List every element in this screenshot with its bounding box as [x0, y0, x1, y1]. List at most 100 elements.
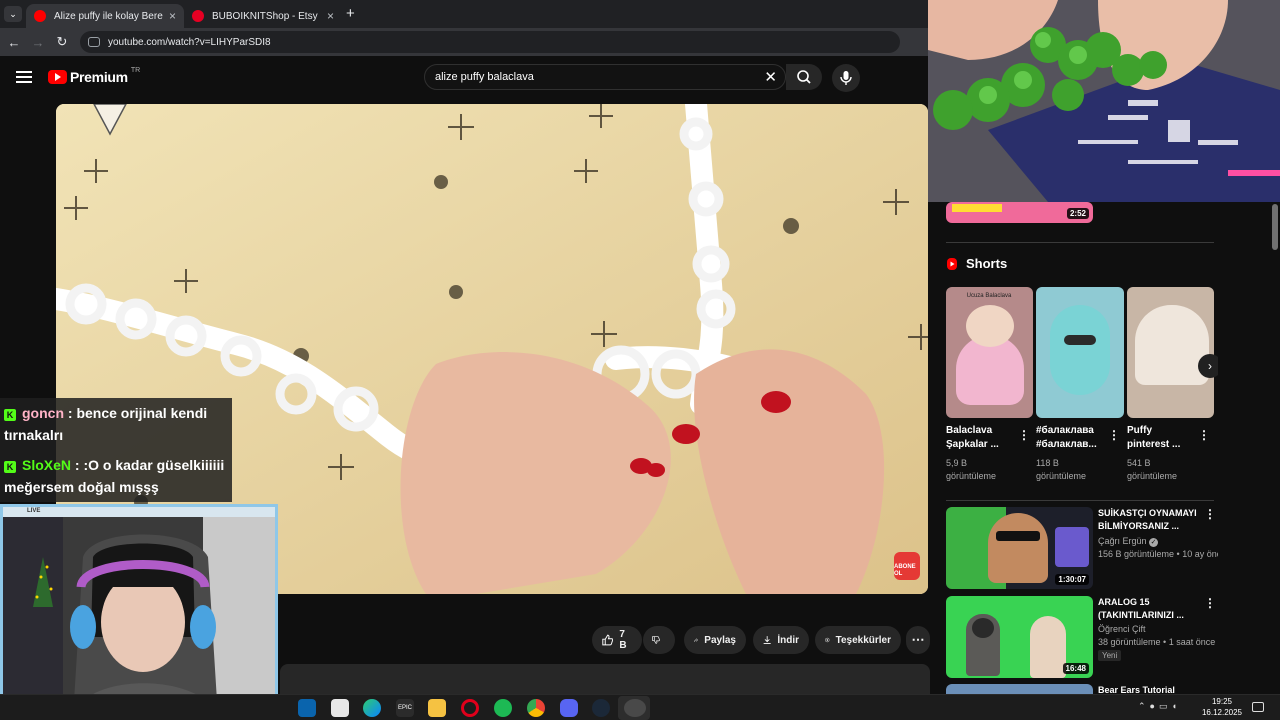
shorts-title: Shorts — [966, 256, 1008, 271]
short-views: 118 Bgörüntüleme — [1036, 458, 1087, 481]
like-count: 7 B — [619, 629, 627, 651]
related-sidebar: 2:52 Shorts Ucuza Balaclava › Balaclava … — [938, 202, 1218, 700]
chevron-up-icon[interactable]: ⌃ — [1138, 701, 1150, 711]
video-thumbnail[interactable]: 16:48 — [946, 596, 1093, 678]
reload-icon[interactable]: ↻ — [50, 34, 74, 50]
thumbs-up-icon — [602, 634, 614, 646]
share-label: Paylaş — [704, 634, 736, 646]
kick-icon: K — [4, 461, 16, 473]
short-title[interactable]: Balaclava Şapkalar ... — [946, 424, 1014, 452]
logo-region: TR — [130, 66, 141, 74]
notifications-icon[interactable] — [1252, 702, 1264, 712]
thanks-button[interactable]: $ Teşekkürler — [815, 626, 901, 654]
thanks-label: Teşekkürler — [835, 634, 891, 646]
more-actions-button[interactable]: ⋯ — [906, 626, 930, 654]
steam-icon[interactable] — [592, 699, 610, 717]
more-options-icon[interactable]: ⋮ — [1108, 428, 1120, 442]
epic-icon[interactable]: EPIC — [396, 699, 414, 717]
subscribe-watermark[interactable]: ABONE OL — [894, 552, 920, 580]
youtube-header: Premium TR alize puffy balaclava ✕ — [0, 56, 928, 100]
video-stats: 156 B görüntüleme • 10 ay önce — [1098, 549, 1218, 559]
voice-search-button[interactable] — [832, 64, 860, 92]
share-button[interactable]: Paylaş — [684, 626, 746, 654]
video-duration: 16:48 — [1062, 663, 1089, 674]
close-tab-icon[interactable]: × — [169, 9, 176, 23]
short-thumbnail[interactable]: Ucuza Balaclava — [946, 287, 1033, 418]
scrollbar-thumb[interactable] — [1272, 204, 1278, 250]
back-icon[interactable]: ← — [2, 35, 26, 50]
menu-icon[interactable] — [16, 71, 32, 83]
tab-title: Alize puffy ile kolay Bere yapımı — [54, 10, 163, 22]
channel-name[interactable]: Öğrenci Çift — [1098, 623, 1146, 636]
shorts-next-button[interactable]: › — [1198, 354, 1218, 378]
youtube-logo[interactable]: Premium TR — [48, 66, 141, 85]
more-options-icon[interactable]: ⋮ — [1198, 428, 1210, 442]
search-query: alize puffy balaclava — [435, 71, 534, 83]
divider — [946, 242, 1214, 243]
channel-name[interactable]: Çağrı Ergün ✓ — [1098, 535, 1208, 548]
svg-text:$: $ — [827, 638, 829, 642]
logo-wordmark: Premium — [70, 69, 128, 85]
tab-youtube[interactable]: Alize puffy ile kolay Bere yapımı × — [26, 4, 184, 28]
discord-icon[interactable] — [560, 699, 578, 717]
clock-date: 16.12.2025 — [1201, 708, 1242, 717]
volume-icon[interactable]: ◖ — [1172, 701, 1181, 711]
chat-username: goncn — [22, 405, 64, 421]
more-options-icon[interactable]: ⋮ — [1204, 596, 1216, 610]
description-box[interactable] — [280, 664, 930, 694]
short-thumbnail[interactable] — [1036, 287, 1124, 418]
site-info-icon[interactable] — [88, 37, 100, 47]
active-app-indicator — [618, 696, 650, 720]
video-title[interactable]: ARALOG 15 (TAKINTILARINIZI ... — [1098, 596, 1198, 622]
search-button[interactable] — [786, 64, 822, 90]
subscribe-watermark-label: ABONE OL — [894, 564, 916, 577]
new-tab-button[interactable]: + — [346, 5, 360, 22]
close-tab-icon[interactable]: × — [327, 9, 334, 23]
video-title[interactable]: SUİKASTÇI OYNAMAYI BİLMİYORSANIZ ... — [1098, 507, 1206, 533]
explorer-icon[interactable] — [428, 699, 446, 717]
store-icon[interactable] — [331, 699, 349, 717]
video-duration: 2:52 — [1066, 208, 1089, 219]
like-button[interactable]: 7 B — [592, 626, 642, 654]
dislike-button[interactable] — [643, 626, 675, 654]
clear-search-icon[interactable]: ✕ — [764, 68, 777, 86]
chrome-icon[interactable] — [527, 699, 545, 717]
chat-message: Kgoncn : bence orijinal kendi tırnakalrı — [0, 398, 232, 450]
video-thumbnail[interactable]: 2:52 — [946, 202, 1093, 223]
hands-camera-overlay — [928, 0, 1280, 202]
scrollbar[interactable] — [1270, 202, 1280, 700]
download-icon — [763, 636, 771, 644]
search-input[interactable]: alize puffy balaclava ✕ — [424, 64, 786, 90]
short-title[interactable]: #балаклава #балаклав... — [1036, 424, 1104, 452]
chat-message: K SloXeN : :O o kadar güselkiiiiii meğers… — [0, 450, 232, 502]
tab-title: BUBOIKNITShop - Etsy — [212, 10, 318, 22]
tab-list-button[interactable]: ⌄ — [4, 6, 22, 22]
network-icon[interactable]: ▭ — [1159, 701, 1172, 711]
tab-etsy[interactable]: BUBOIKNITShop - Etsy × — [184, 4, 342, 28]
short-views: 541 Bgörüntüleme — [1127, 458, 1178, 481]
edge-icon[interactable] — [363, 699, 381, 717]
outlook-icon[interactable] — [298, 699, 316, 717]
clock-time: 19:25 — [1211, 697, 1232, 706]
video-thumbnail[interactable]: 1:30:07 — [946, 507, 1093, 589]
address-bar[interactable]: youtube.com/watch?v=LIHYParSDI8 — [80, 31, 900, 53]
short-thumbnail[interactable] — [1127, 287, 1214, 418]
microphone-tray-icon[interactable]: ● — [1150, 701, 1159, 711]
webcam-title-bar: LIVE — [3, 507, 275, 517]
pinterest-favicon-icon — [192, 10, 204, 22]
download-button[interactable]: İndir — [753, 626, 809, 654]
webcam-label: LIVE — [27, 508, 41, 514]
short-title[interactable]: Puffy pinterest ... — [1127, 424, 1195, 452]
video-duration: 1:30:07 — [1055, 574, 1089, 585]
clock[interactable]: 19:25 16.12.2025 — [1202, 696, 1242, 718]
opera-icon[interactable] — [461, 699, 479, 717]
chat-username: SloXeN — [22, 457, 72, 473]
video-stats: 38 görüntüleme • 1 saat önce — [1098, 637, 1216, 647]
more-options-icon[interactable]: ⋮ — [1018, 428, 1030, 442]
spotify-icon[interactable] — [494, 699, 512, 717]
system-tray[interactable]: ⌃●▭◖ — [1138, 701, 1181, 712]
forward-icon[interactable]: → — [26, 35, 50, 50]
more-options-icon[interactable]: ⋮ — [1204, 507, 1216, 521]
kick-icon: K — [4, 409, 16, 421]
browser-tab-bar: ⌄ Alize puffy ile kolay Bere yapımı × BU… — [0, 0, 928, 28]
